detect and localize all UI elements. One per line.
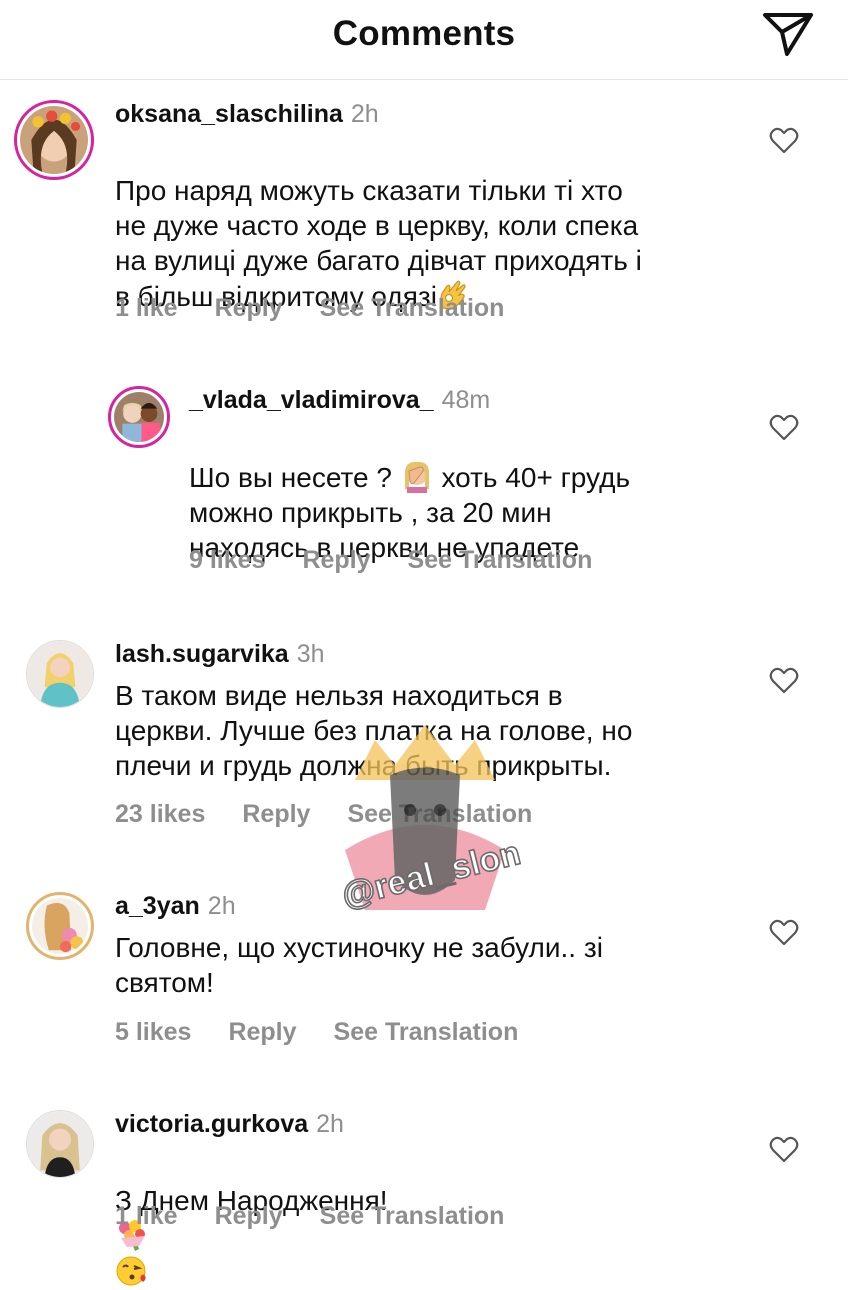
heart-outline-icon[interactable] xyxy=(769,919,799,947)
reply-button[interactable]: Reply xyxy=(302,546,370,574)
username[interactable]: a_3yan 2h xyxy=(115,892,236,921)
comment-item: victoria.gurkova 2h З Днем Народження! 1 … xyxy=(0,1100,848,1286)
comment-item: oksana_slaschilina 2h Про наряд можуть ск… xyxy=(0,90,848,350)
comment-actions: 9 likes Reply See Translation xyxy=(189,546,629,575)
see-translation-button[interactable]: See Translation xyxy=(320,294,505,322)
comment-actions: 23 likes Reply See Translation xyxy=(115,800,569,829)
timestamp: 2h xyxy=(350,100,379,128)
facepalm-emoji-icon xyxy=(404,461,429,493)
reply-button[interactable]: Reply xyxy=(228,1018,296,1046)
comment-text: Шо вы несете ? хоть 40+ грудь можно прик… xyxy=(189,424,749,565)
paper-plane-icon[interactable] xyxy=(760,10,816,58)
timestamp: 2h xyxy=(316,1110,344,1138)
avatar[interactable] xyxy=(26,892,94,960)
page-title: Comments xyxy=(332,14,516,53)
avatar[interactable] xyxy=(26,640,94,708)
timestamp: 2h xyxy=(207,892,236,920)
heart-outline-icon[interactable] xyxy=(769,667,799,695)
header: Comments xyxy=(0,0,848,80)
see-translation-button[interactable]: See Translation xyxy=(334,1018,519,1046)
timestamp: 48m xyxy=(441,386,491,414)
comment-actions: 1 like Reply See Translation xyxy=(115,294,541,323)
reply-comment-item: _vlada_vladimirova_ 48m Шо вы несете ? хо… xyxy=(0,378,848,598)
likes-count[interactable]: 1 like xyxy=(115,1202,178,1230)
username[interactable]: lash.sugarvika 3h xyxy=(115,640,325,669)
reply-button[interactable]: Reply xyxy=(215,1202,283,1230)
timestamp: 3h xyxy=(296,640,325,668)
see-translation-button[interactable]: See Translation xyxy=(408,546,593,574)
comment-actions: 1 like Reply See Translation xyxy=(115,1202,541,1231)
avatar[interactable] xyxy=(26,1110,94,1178)
comment-actions: 5 likes Reply See Translation xyxy=(115,1018,555,1047)
heart-outline-icon[interactable] xyxy=(769,127,799,155)
see-translation-button[interactable]: See Translation xyxy=(347,800,532,828)
comment-item: a_3yan 2h Головне, що хустиночку не забул… xyxy=(0,882,848,1062)
likes-count[interactable]: 9 likes xyxy=(189,546,265,574)
comment-text: Про наряд можуть сказати тільки ті хто н… xyxy=(115,175,642,312)
comment-text: Головне, що хустиночку не забули.. зі св… xyxy=(115,932,603,998)
likes-count[interactable]: 5 likes xyxy=(115,1018,191,1046)
reply-button[interactable]: Reply xyxy=(242,800,310,828)
face-blowing-kiss-emoji-icon xyxy=(116,1256,146,1286)
comment-item: lash.sugarvika 3h В таком виде нельзя нах… xyxy=(0,630,848,850)
username[interactable]: victoria.gurkova 2h xyxy=(115,1110,344,1139)
likes-count[interactable]: 23 likes xyxy=(115,800,205,828)
reply-button[interactable]: Reply xyxy=(215,294,283,322)
heart-outline-icon[interactable] xyxy=(769,414,799,442)
avatar[interactable] xyxy=(14,100,94,180)
see-translation-button[interactable]: See Translation xyxy=(320,1202,505,1230)
heart-outline-icon[interactable] xyxy=(769,1136,799,1164)
username[interactable]: oksana_slaschilina 2h xyxy=(115,100,379,129)
comment-text: В таком виде нельзя находиться в церкви.… xyxy=(115,680,633,781)
avatar[interactable] xyxy=(108,386,170,448)
likes-count[interactable]: 1 like xyxy=(115,294,178,322)
username[interactable]: _vlada_vladimirova_ 48m xyxy=(189,386,490,415)
